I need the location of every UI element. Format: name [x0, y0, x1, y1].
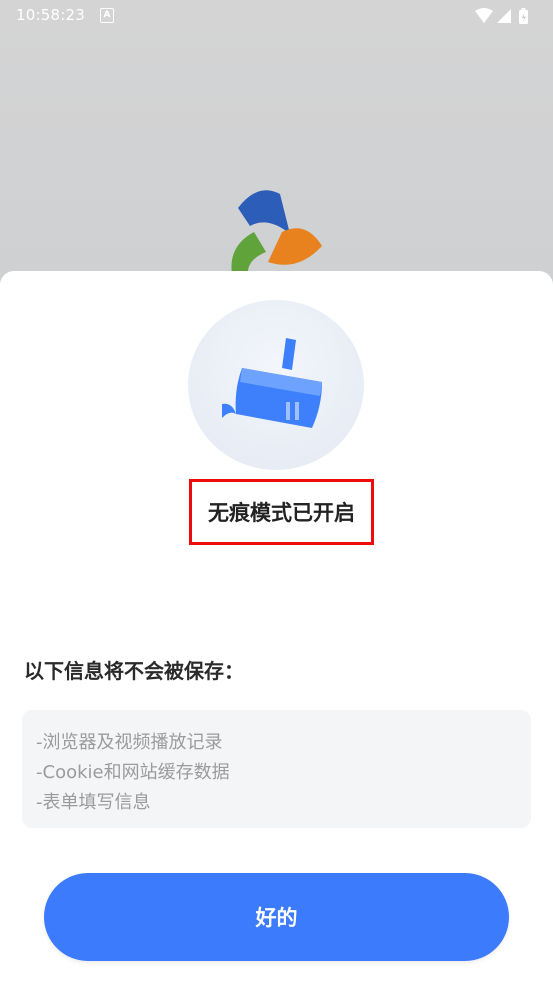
list-item: -浏览器及视频播放记录: [36, 732, 223, 753]
incognito-dialog: 无痕模式已开启 以下信息将不会被保存： -浏览器及视频播放记录 -Cookie和…: [0, 271, 553, 984]
notification-icon: A: [100, 8, 114, 23]
status-icons: [475, 8, 528, 24]
app-logo: [231, 190, 322, 276]
ok-button[interactable]: 好的: [44, 873, 509, 961]
info-list: -浏览器及视频播放记录 -Cookie和网站缓存数据 -表单填写信息: [22, 710, 531, 828]
status-time: 10:58:23: [16, 6, 85, 24]
status-bar: 10:58:23 A: [0, 0, 553, 32]
list-item: -Cookie和网站缓存数据: [36, 762, 230, 783]
broom-icon: [222, 338, 322, 428]
list-item: -表单填写信息: [36, 792, 151, 813]
signal-icon: [497, 9, 511, 23]
icon-circle: [188, 300, 364, 470]
battery-charging-icon: [519, 8, 528, 24]
section-title: 以下信息将不会被保存：: [24, 659, 244, 683]
wifi-icon: [475, 8, 493, 23]
highlight-box: 无痕模式已开启: [189, 479, 374, 545]
dialog-title: 无痕模式已开启: [208, 501, 355, 525]
